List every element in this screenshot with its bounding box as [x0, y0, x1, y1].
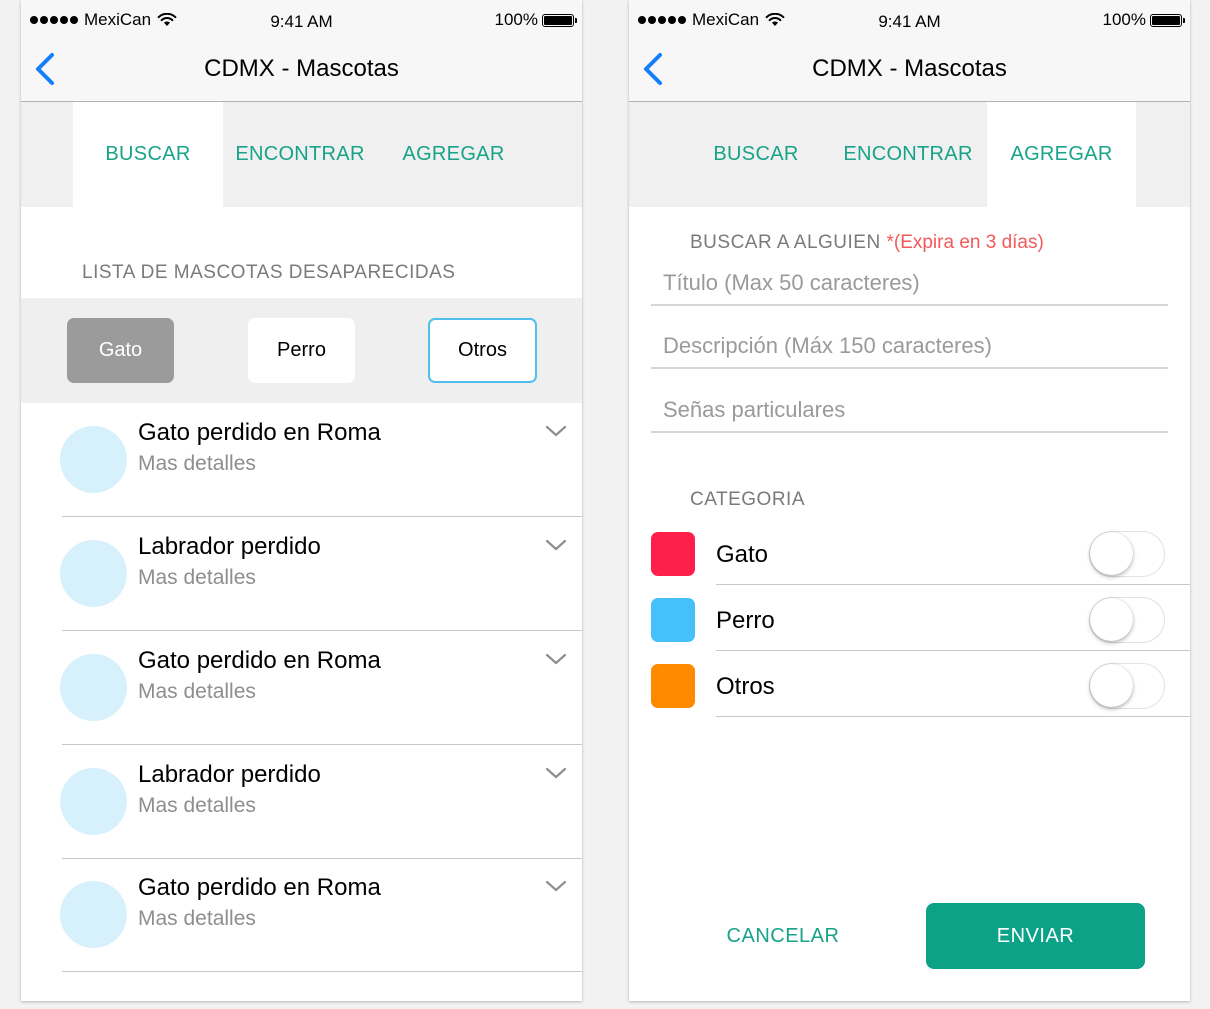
item-title: Labrador perdido — [138, 761, 321, 788]
item-title: Gato perdido en Roma — [138, 874, 381, 901]
list-item[interactable]: Gato perdido en Roma Mas detalles — [21, 858, 582, 972]
chevron-down-icon[interactable] — [545, 651, 567, 667]
list-item[interactable]: Gato perdido en Roma Mas detalles — [21, 403, 582, 517]
item-title: Labrador perdido — [138, 533, 321, 560]
cancel-button[interactable]: CANCELAR — [713, 904, 853, 969]
page-title: CDMX - Mascotas — [812, 55, 1007, 82]
battery-label: 100% — [494, 10, 538, 29]
category-title: CATEGORIA — [690, 489, 805, 510]
send-button[interactable]: ENVIAR — [926, 903, 1145, 969]
battery-icon — [542, 13, 577, 27]
tab-encontrar[interactable]: ENCONTRAR — [831, 102, 985, 207]
divider — [716, 716, 1190, 717]
nav-bar: CDMX - Mascotas — [629, 40, 1190, 102]
tab-bar: BUSCAR ENCONTRAR AGREGAR — [629, 102, 1190, 207]
form-header: BUSCAR A ALGUIEN *(Expira en 3 días) — [690, 232, 1044, 254]
item-subtitle: Mas detalles — [138, 680, 256, 703]
list-item[interactable]: Gato perdido en Roma Mas detalles — [21, 631, 582, 745]
marks-input[interactable] — [651, 393, 1168, 433]
expiry-note: *(Expira en 3 días) — [886, 232, 1044, 253]
category-label: Perro — [716, 607, 775, 634]
list-item[interactable]: Labrador perdido Mas detalles — [21, 745, 582, 859]
color-swatch — [651, 598, 695, 642]
right-screen: MexiCan 9:41 AM 100% CDMX - Mascotas BUS… — [629, 0, 1190, 1001]
tab-encontrar[interactable]: ENCONTRAR — [223, 102, 377, 207]
color-swatch — [651, 664, 695, 708]
filter-bar: Gato Perro Otros — [21, 298, 582, 403]
avatar — [60, 426, 127, 493]
category-label: Gato — [716, 541, 769, 568]
item-subtitle: Mas detalles — [138, 907, 256, 930]
avatar — [60, 540, 127, 607]
item-subtitle: Mas detalles — [138, 566, 256, 589]
category-row-gato: Gato — [629, 519, 1190, 585]
toggle-knob — [1090, 532, 1133, 575]
category-toggle[interactable] — [1089, 663, 1165, 709]
chevron-down-icon[interactable] — [545, 765, 567, 781]
chevron-down-icon[interactable] — [545, 537, 567, 553]
category-row-perro: Perro — [629, 585, 1190, 651]
filter-otros-button[interactable]: Otros — [428, 318, 537, 383]
tab-bar: BUSCAR ENCONTRAR AGREGAR — [21, 102, 582, 207]
category-toggle[interactable] — [1089, 597, 1165, 643]
divider — [62, 971, 582, 972]
page-title: CDMX - Mascotas — [204, 55, 399, 82]
section-title: LISTA DE MASCOTAS DESAPARECIDAS — [82, 262, 456, 283]
chevron-down-icon[interactable] — [545, 423, 567, 439]
item-title: Gato perdido en Roma — [138, 419, 381, 446]
battery-label: 100% — [1102, 10, 1146, 29]
item-subtitle: Mas detalles — [138, 794, 256, 817]
toggle-knob — [1090, 664, 1133, 707]
tab-buscar[interactable]: BUSCAR — [681, 102, 831, 207]
status-bar: MexiCan 9:41 AM 100% — [21, 0, 582, 40]
form-title: BUSCAR A ALGUIEN — [690, 232, 881, 253]
item-subtitle: Mas detalles — [138, 452, 256, 475]
left-screen: MexiCan 9:41 AM 100% CDMX - Mascotas BUS… — [21, 0, 582, 1001]
title-input[interactable] — [651, 266, 1168, 306]
category-toggle[interactable] — [1089, 531, 1165, 577]
avatar — [60, 654, 127, 721]
description-input[interactable] — [651, 329, 1168, 369]
battery-icon — [1150, 13, 1185, 27]
status-bar: MexiCan 9:41 AM 100% — [629, 0, 1190, 40]
list-item[interactable]: Labrador perdido Mas detalles — [21, 517, 582, 631]
category-row-otros: Otros — [629, 651, 1190, 717]
chevron-down-icon[interactable] — [545, 878, 567, 894]
tab-agregar[interactable]: AGREGAR — [377, 102, 530, 207]
color-swatch — [651, 532, 695, 576]
tab-buscar[interactable]: BUSCAR — [73, 102, 223, 207]
tab-agregar[interactable]: AGREGAR — [987, 102, 1136, 207]
filter-perro-button[interactable]: Perro — [248, 318, 355, 383]
avatar — [60, 881, 127, 948]
nav-bar: CDMX - Mascotas — [21, 40, 582, 102]
item-title: Gato perdido en Roma — [138, 647, 381, 674]
filter-gato-button[interactable]: Gato — [67, 318, 174, 383]
avatar — [60, 768, 127, 835]
toggle-knob — [1090, 598, 1133, 641]
category-label: Otros — [716, 673, 775, 700]
